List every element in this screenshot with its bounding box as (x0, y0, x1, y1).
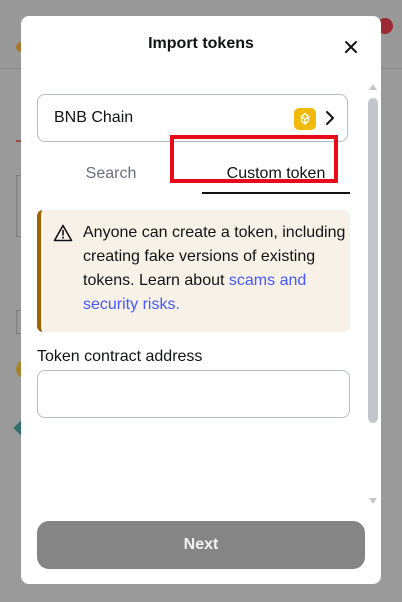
network-selector[interactable]: BNB Chain (37, 94, 348, 142)
bnb-chain-icon (294, 108, 316, 130)
scroll-up-icon[interactable] (369, 84, 377, 90)
next-button[interactable]: Next (37, 521, 365, 569)
close-icon (345, 41, 357, 53)
warning-banner: Anyone can create a token, including cre… (37, 210, 350, 332)
chevron-right-icon (326, 111, 334, 125)
modal-body: BNB Chain Search Custom token Anyone can… (21, 74, 381, 514)
active-tab-indicator (202, 192, 350, 194)
warning-message: Anyone can create a token, including cre… (83, 221, 348, 317)
token-address-input[interactable] (37, 370, 350, 418)
scrollbar[interactable] (367, 80, 379, 508)
modal-title: Import tokens (148, 35, 254, 52)
close-button[interactable] (338, 34, 364, 60)
tab-search[interactable]: Search (37, 162, 185, 200)
scroll-down-icon[interactable] (369, 498, 377, 504)
token-address-label: Token contract address (37, 348, 203, 365)
warning-icon (53, 224, 73, 242)
network-name: BNB Chain (54, 109, 134, 126)
scrollbar-thumb[interactable] (368, 98, 378, 423)
modal-header: Import tokens (21, 16, 381, 74)
import-tokens-modal: Import tokens BNB Chain Search Custom to… (21, 16, 381, 584)
tab-custom-token[interactable]: Custom token (201, 162, 351, 200)
import-tabs: Search Custom token (37, 162, 351, 202)
